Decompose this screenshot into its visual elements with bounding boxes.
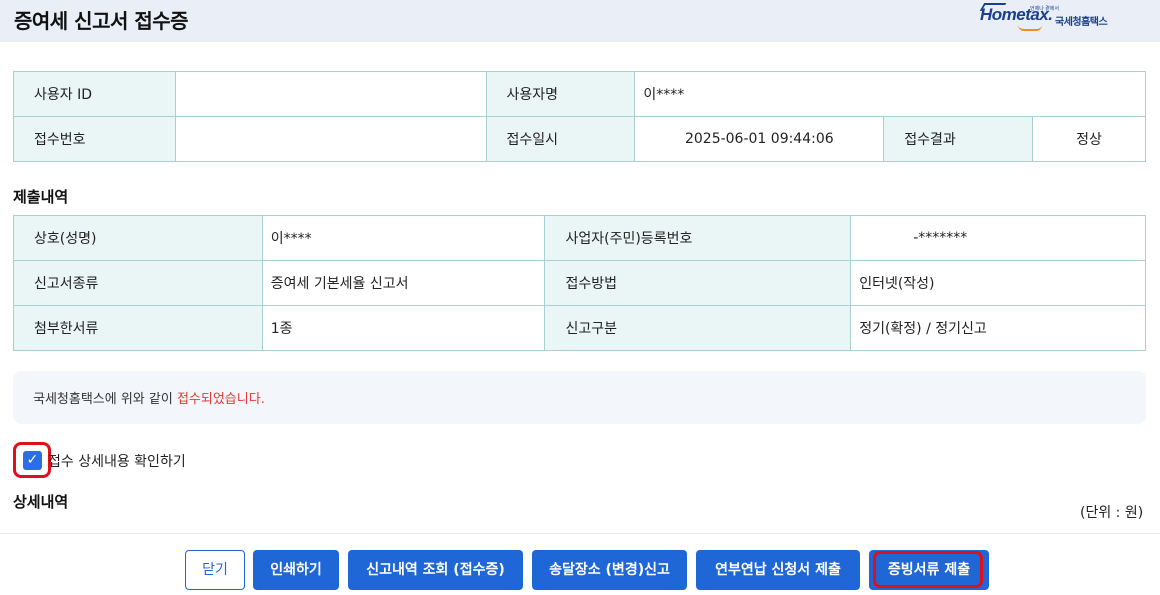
receipt-method-value: 인터넷(작성) xyxy=(850,260,1146,306)
delivery-change-button[interactable]: 송달장소 (변경)신고 xyxy=(532,550,687,590)
registration-no-label: 사업자(주민)등록번호 xyxy=(544,215,852,261)
table-row: 사용자 ID 사용자명 이**** xyxy=(13,71,1146,117)
inquiry-button[interactable]: 신고내역 조회 (접수증) xyxy=(348,550,523,590)
report-category-label: 신고구분 xyxy=(544,305,852,351)
installment-request-button[interactable]: 연부연납 신청서 제출 xyxy=(696,550,860,590)
checkmark-icon: ✓ xyxy=(26,452,39,468)
page-header: 증여세 신고서 접수증 Hometax. 언제나 곁에서 국세청홈택스 xyxy=(0,0,1160,42)
checkbox-highlight-box: ✓ xyxy=(13,442,51,478)
report-type-value: 증여세 기본세율 신고서 xyxy=(261,260,546,306)
business-name-label: 상호(성명) xyxy=(13,215,263,261)
receipt-result-label: 접수결과 xyxy=(883,116,1034,162)
detail-checkbox[interactable]: ✓ xyxy=(23,451,42,470)
receipt-no-label: 접수번호 xyxy=(13,116,176,162)
attachments-value: 1종 xyxy=(261,305,546,351)
user-id-value xyxy=(174,71,487,117)
report-category-value: 정기(확정) / 정기신고 xyxy=(850,305,1146,351)
notice-highlight: 접수되었습니다. xyxy=(176,392,265,407)
submission-table: 상호(성명) 이**** 사업자(주민)등록번호 -******* 신고서종류 … xyxy=(13,215,1146,351)
registration-no-value: -******* xyxy=(850,215,1146,261)
receipt-no-value xyxy=(174,116,487,162)
user-name-label: 사용자명 xyxy=(485,71,636,117)
table-row: 첨부한서류 1종 신고구분 정기(확정) / 정기신고 xyxy=(13,305,1146,351)
attachments-label: 첨부한서류 xyxy=(13,305,263,351)
receipt-time-label: 접수일시 xyxy=(485,116,636,162)
table-row: 접수번호 접수일시 2025-06-01 09:44:06 접수결과 정상 xyxy=(13,116,1146,162)
unit-label: (단위 : 원) xyxy=(1080,505,1144,521)
notice-text: 국세청홈택스에 위와 같이 xyxy=(33,392,177,407)
footer-divider xyxy=(0,533,1160,534)
page-title: 증여세 신고서 접수증 xyxy=(14,9,189,33)
detail-checkbox-label[interactable]: 접수 상세내용 확인하기 xyxy=(48,451,186,471)
logo-subtitle: 국세청홈택스 xyxy=(1055,17,1108,28)
print-button[interactable]: 인쇄하기 xyxy=(253,550,339,590)
user-id-label: 사용자 ID xyxy=(13,71,176,117)
receipt-notice: 국세청홈택스에 위와 같이 접수되었습니다. xyxy=(13,371,1146,424)
logo-small-text: 언제나 곁에서 xyxy=(1030,6,1059,12)
user-info-table: 사용자 ID 사용자명 이**** 접수번호 접수일시 2025-06-01 0… xyxy=(13,71,1146,162)
receipt-result-value: 정상 xyxy=(1032,116,1146,162)
receipt-method-label: 접수방법 xyxy=(544,260,852,306)
button-highlight-box xyxy=(873,551,983,588)
receipt-time-value: 2025-06-01 09:44:06 xyxy=(634,116,885,162)
table-row: 상호(성명) 이**** 사업자(주민)등록번호 -******* xyxy=(13,215,1146,261)
user-name-value: 이**** xyxy=(634,71,1146,117)
detail-section-title: 상세내역 xyxy=(13,493,69,511)
table-row: 신고서종류 증여세 기본세율 신고서 접수방법 인터넷(작성) xyxy=(13,260,1146,306)
submission-section-title: 제출내역 xyxy=(13,188,69,206)
report-type-label: 신고서종류 xyxy=(13,260,263,306)
hometax-logo: Hometax. 언제나 곁에서 국세청홈택스 xyxy=(979,3,1130,33)
logo-swoosh-icon xyxy=(1018,25,1042,31)
business-name-value: 이**** xyxy=(261,215,546,261)
close-button[interactable]: 닫기 xyxy=(185,550,245,590)
